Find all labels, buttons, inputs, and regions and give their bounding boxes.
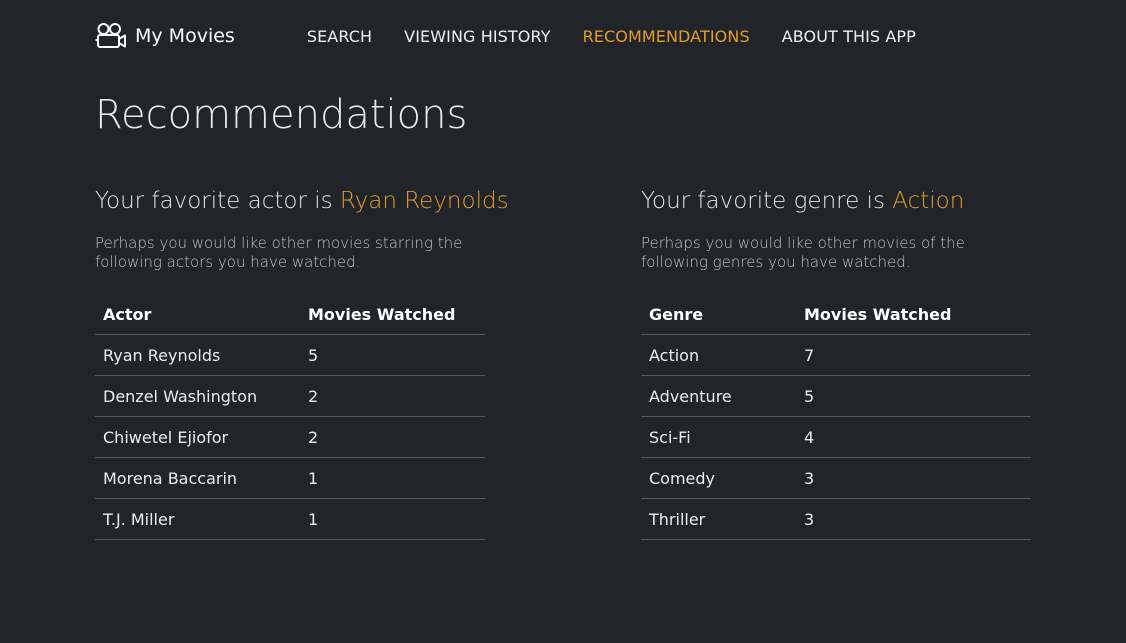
- movies-watched-cell: 5: [300, 334, 485, 376]
- movies-watched-cell: 2: [300, 375, 485, 417]
- genre-table: Genre Movies Watched Action 7 Adventure …: [641, 294, 1031, 540]
- brand-name: My Movies: [135, 25, 235, 47]
- favorite-actor-name: Ryan Reynolds: [339, 188, 509, 214]
- favorite-actor-prefix: Your favorite actor is: [95, 188, 340, 214]
- table-row: Adventure 5: [641, 375, 1031, 417]
- nav-about[interactable]: ABOUT THIS APP: [782, 27, 916, 46]
- table-row: Ryan Reynolds 5: [95, 334, 485, 376]
- page-title: Recommendations: [95, 92, 468, 138]
- genre-name-cell: Thriller: [641, 498, 796, 540]
- favorite-genre-name: Action: [892, 188, 965, 214]
- favorite-genre-heading: Your favorite genre is Action: [641, 188, 1031, 214]
- table-row: T.J. Miller 1: [95, 498, 485, 540]
- movies-watched-cell: 5: [796, 375, 1031, 417]
- table-row: Chiwetel Ejiofor 2: [95, 416, 485, 458]
- page: My Movies SEARCH VIEWING HISTORY RECOMME…: [0, 0, 1126, 643]
- nav-viewing-history[interactable]: VIEWING HISTORY: [404, 27, 550, 46]
- table-row: Action 7: [641, 334, 1031, 376]
- actor-name-cell: Ryan Reynolds: [95, 334, 300, 376]
- movies-watched-cell: 4: [796, 416, 1031, 458]
- film-camera-icon: [95, 22, 127, 50]
- movies-watched-cell: 7: [796, 334, 1031, 376]
- brand-link[interactable]: My Movies: [95, 22, 235, 50]
- actor-table: Actor Movies Watched Ryan Reynolds 5 Den…: [95, 294, 485, 540]
- genre-name-cell: Action: [641, 334, 796, 376]
- navbar: My Movies SEARCH VIEWING HISTORY RECOMME…: [95, 18, 948, 54]
- nav-links: SEARCH VIEWING HISTORY RECOMMENDATIONS A…: [307, 27, 948, 46]
- movies-watched-cell: 2: [300, 416, 485, 458]
- favorite-genre-prefix: Your favorite genre is: [641, 188, 893, 214]
- favorite-actor-heading: Your favorite actor is Ryan Reynolds: [95, 188, 509, 214]
- genre-name-cell: Comedy: [641, 457, 796, 499]
- column-header-actor: Actor: [95, 294, 300, 335]
- column-header-movies-watched: Movies Watched: [796, 294, 1031, 335]
- nav-search[interactable]: SEARCH: [307, 27, 372, 46]
- actor-name-cell: Morena Baccarin: [95, 457, 300, 499]
- column-header-genre: Genre: [641, 294, 796, 335]
- table-row: Thriller 3: [641, 498, 1031, 540]
- table-row: Comedy 3: [641, 457, 1031, 499]
- movies-watched-cell: 3: [796, 457, 1031, 499]
- table-row: Denzel Washington 2: [95, 375, 485, 417]
- favorite-actor-section: Your favorite actor is Ryan Reynolds Per…: [95, 188, 509, 540]
- table-row: Morena Baccarin 1: [95, 457, 485, 499]
- movies-watched-cell: 1: [300, 457, 485, 499]
- favorite-genre-section: Your favorite genre is Action Perhaps yo…: [641, 188, 1031, 540]
- nav-recommendations[interactable]: RECOMMENDATIONS: [583, 27, 750, 46]
- column-header-movies-watched: Movies Watched: [300, 294, 485, 335]
- favorite-genre-description: Perhaps you would like other movies of t…: [641, 234, 965, 271]
- favorite-actor-description: Perhaps you would like other movies star…: [95, 234, 463, 271]
- movies-watched-cell: 3: [796, 498, 1031, 540]
- table-header-row: Actor Movies Watched: [95, 294, 485, 335]
- actor-name-cell: T.J. Miller: [95, 498, 300, 540]
- movies-watched-cell: 1: [300, 498, 485, 540]
- genre-name-cell: Sci-Fi: [641, 416, 796, 458]
- table-row: Sci-Fi 4: [641, 416, 1031, 458]
- genre-name-cell: Adventure: [641, 375, 796, 417]
- table-header-row: Genre Movies Watched: [641, 294, 1031, 335]
- actor-name-cell: Denzel Washington: [95, 375, 300, 417]
- actor-name-cell: Chiwetel Ejiofor: [95, 416, 300, 458]
